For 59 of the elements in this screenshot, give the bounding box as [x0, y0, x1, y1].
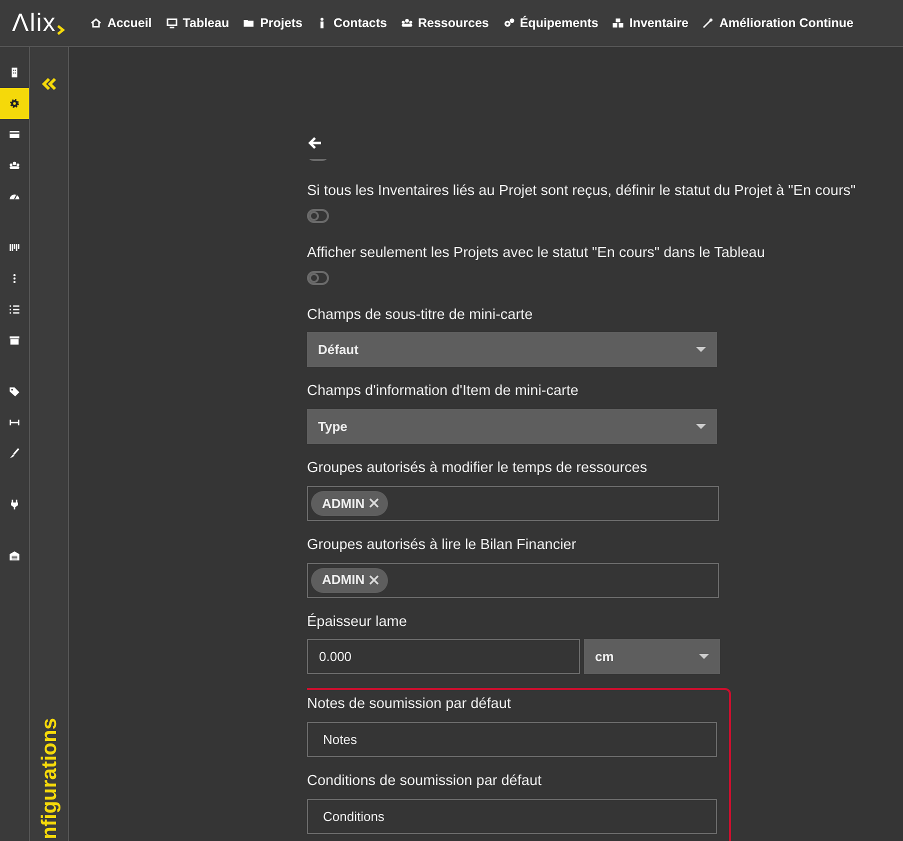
brush-icon: [9, 448, 20, 459]
gears-icon: [502, 17, 515, 29]
toggle-switch[interactable]: [307, 270, 329, 284]
panel-title: nfigurations: [38, 718, 60, 839]
nav-link[interactable]: Amélioration Continue: [702, 14, 854, 32]
nav-link[interactable]: Inventaire: [612, 14, 688, 32]
logo-chevron-icon: [56, 24, 66, 36]
select-field[interactable]: Type: [307, 409, 717, 444]
field-label: Groupes autorisés à lire le Bilan Financier: [307, 536, 578, 555]
card-icon: [9, 129, 20, 140]
remove-icon[interactable]: [368, 575, 379, 585]
caret-icon: [699, 654, 709, 660]
people-icon: [9, 160, 20, 171]
field-label: Champs d'information d'Item de mini-carte: [307, 382, 580, 402]
magic-wand-icon: [702, 17, 714, 29]
sidebar-item[interactable]: [0, 88, 29, 119]
nav-link[interactable]: Accueil: [90, 14, 152, 32]
field-label: Champs de sous-titre de mini-carte: [307, 306, 534, 324]
collapse-chevrons-icon[interactable]: [41, 77, 57, 91]
tags-field[interactable]: ADMIN: [307, 562, 719, 598]
remove-icon[interactable]: [368, 498, 379, 508]
logo[interactable]: Λlix: [12, 10, 56, 36]
archive-icon: [9, 335, 20, 346]
unit-select[interactable]: cm: [584, 639, 720, 674]
field-label: Groupes autorisés à modifier le temps de ressources: [307, 459, 648, 478]
folder-icon: [243, 17, 256, 29]
caret-icon: [696, 346, 706, 353]
text-field[interactable]: Notes: [307, 722, 717, 757]
nav-link[interactable]: Tableau: [166, 14, 230, 32]
tag-icon: [9, 386, 20, 397]
caret-icon: [696, 424, 706, 430]
field-label: Conditions de soumission par défaut: [307, 772, 543, 791]
cubes-icon: [612, 17, 624, 29]
checklist-icon: [9, 304, 20, 315]
nav-link[interactable]: Projets: [243, 14, 302, 32]
field-label: Si tous les Inventaires liés au Projet sont reçus, définir le statut du Projet à "En cours": [307, 182, 857, 201]
toggle-switch[interactable]: [307, 208, 329, 223]
building-icon: [9, 67, 20, 78]
number-field[interactable]: 0.000: [307, 639, 580, 674]
plug-icon: [9, 499, 20, 510]
field-label: Épaisseur lame: [307, 612, 408, 632]
back-arrow-icon[interactable]: [307, 135, 323, 151]
barcode-icon: [9, 242, 20, 253]
field-label: Notes de soumission par défaut: [307, 695, 512, 714]
tag-chip[interactable]: ADMIN: [311, 568, 388, 592]
nav-link[interactable]: Équipements: [502, 14, 598, 32]
warehouse-icon: [9, 550, 20, 561]
text-field[interactable]: Conditions: [307, 798, 717, 834]
settings-icon: [9, 98, 20, 109]
tag-chip[interactable]: ADMIN: [311, 490, 388, 516]
people-icon: [400, 17, 413, 29]
select-field[interactable]: Défaut: [307, 332, 717, 368]
nav-link[interactable]: Ressources: [400, 14, 489, 32]
tags-field[interactable]: ADMIN: [307, 486, 719, 521]
nav-link[interactable]: Contacts: [316, 14, 387, 32]
width-measure-icon: [9, 417, 20, 428]
house-icon: [90, 17, 102, 29]
monitor-icon: [166, 17, 178, 29]
field-label: Afficher seulement les Projets avec le statut "En cours" dans le Tableau: [307, 244, 766, 263]
